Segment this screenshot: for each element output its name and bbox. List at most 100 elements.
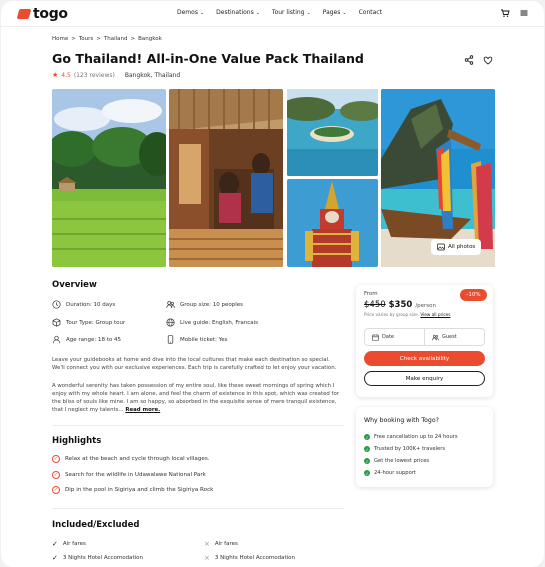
highlight-text: Search for the wildlife in Udawalawe Nat… <box>65 472 206 478</box>
excluded-text: Air fares <box>214 541 238 547</box>
highlight-item: ✓ Relax at the beach and cycle through lo… <box>52 455 210 463</box>
logo-icon <box>16 9 32 19</box>
rating-value: 4.5 <box>61 71 71 79</box>
check-icon: ✓ <box>52 554 58 562</box>
nav-label: Destinations <box>216 9 254 16</box>
section-divider <box>52 508 344 509</box>
why-booking-title: Why booking with Togo? <box>364 417 439 424</box>
chevron-down-icon: ⌄ <box>199 9 205 16</box>
included-text: 3 Nights Hotel Accomodation <box>62 555 144 561</box>
globe-icon <box>166 318 175 327</box>
star-icon: ★ <box>52 71 59 79</box>
breadcrumb-thailand[interactable]: Thailand <box>104 36 128 42</box>
review-count[interactable]: (123 reviews) <box>74 72 115 79</box>
guest-label: Guest <box>442 334 457 340</box>
feature-age-range: Age range: 18 to 45 <box>52 335 121 344</box>
highlight-item: ✓ Dip in the pool in Sigiriya and climb t… <box>52 486 213 494</box>
date-guest-picker: Date Guest <box>364 328 485 346</box>
excluded-item: × Air fares <box>204 540 238 548</box>
overview-heading: Overview <box>52 280 97 290</box>
why-item-text: 24-hour support <box>374 470 416 476</box>
brand-name: togo <box>33 6 68 22</box>
nav-contact[interactable]: Contact <box>359 9 382 16</box>
why-item-text: Get the lowest prices <box>374 458 430 464</box>
feature-label: Group size: 10 peoples <box>180 301 244 308</box>
top-navbar: togo Demos ⌄ Destinations ⌄ Tour listing ⌄ … <box>1 1 544 27</box>
nav-demos[interactable]: Demos ⌄ <box>177 9 204 16</box>
island-image <box>287 89 378 176</box>
feature-duration: Duration: 10 days <box>52 300 115 309</box>
excluded-text: 3 Nights Hotel Accomodation <box>214 555 296 561</box>
nav-tour-listing[interactable]: Tour listing ⌄ <box>272 9 311 16</box>
close-icon: × <box>204 554 210 562</box>
check-circle-icon: ✓ <box>364 470 370 476</box>
nav-pages[interactable]: Pages ⌄ <box>323 9 347 16</box>
users-icon <box>166 301 175 309</box>
view-all-prices-link[interactable]: View all prices <box>420 312 450 317</box>
breadcrumb-bangkok[interactable]: Bangkok <box>138 36 162 42</box>
breadcrumb-separator: > <box>130 36 136 42</box>
check-circle-icon: ✓ <box>364 434 370 440</box>
weavers-image <box>169 89 283 267</box>
date-field[interactable]: Date <box>365 329 424 345</box>
feature-label: Mobile ticket: Yes <box>180 336 228 343</box>
feature-label: Live guide: English, Francais <box>180 319 258 326</box>
close-icon: × <box>204 540 210 548</box>
gallery-photo-island[interactable] <box>287 89 378 176</box>
highlights-heading: Highlights <box>52 436 102 446</box>
heart-icon[interactable] <box>482 54 494 66</box>
highlight-item: ✓ Search for the wildlife in Udawalawe Na… <box>52 471 206 479</box>
guest-field[interactable]: Guest <box>424 329 484 345</box>
check-circle-icon: ✓ <box>52 486 60 494</box>
nav-destinations[interactable]: Destinations ⌄ <box>216 9 260 16</box>
excluded-item: × 3 Nights Hotel Accomodation <box>204 554 295 562</box>
guests-icon <box>432 334 439 340</box>
feature-group-size: Group size: 10 peoples <box>166 300 243 309</box>
make-enquiry-button[interactable]: Make enquiry <box>364 371 485 386</box>
gallery-photo-weavers[interactable] <box>169 89 283 267</box>
read-more-link[interactable]: Read more. <box>125 407 160 413</box>
nav-label: Tour listing <box>271 9 305 16</box>
highlight-text: Dip in the pool in Sigiriya and climb th… <box>65 487 214 493</box>
included-item: ✓ 3 Nights Hotel Accomodation <box>52 554 143 562</box>
chevron-down-icon: ⌄ <box>255 9 260 16</box>
price: $450 $350 /person <box>364 300 436 310</box>
tour-meta: ★ 4.5 (123 reviews) Bangkok, Thailand <box>52 71 180 79</box>
gallery-photo-rice-field[interactable] <box>52 89 166 267</box>
nav-label: Pages <box>322 9 341 16</box>
nav-label: Demos <box>177 9 198 16</box>
all-photos-button[interactable]: All photos <box>431 239 482 255</box>
cart-icon[interactable] <box>500 8 510 18</box>
why-item-text: Free cancellation up to 24 hours <box>374 434 458 440</box>
breadcrumb-home[interactable]: Home <box>52 36 68 42</box>
breadcrumb-separator: > <box>96 36 101 42</box>
gallery-photo-temple-guardian[interactable] <box>287 179 378 267</box>
check-circle-icon: ✓ <box>52 471 60 479</box>
calendar-icon <box>372 333 379 341</box>
why-item: ✓ Free cancellation up to 24 hours <box>364 434 458 440</box>
overview-paragraph-2: A wonderful serenity has taken possessio… <box>52 382 344 414</box>
paragraph-text: A wonderful serenity has taken possessio… <box>52 383 339 414</box>
check-availability-button[interactable]: Check availability <box>364 351 485 366</box>
price-note: Price varies by group size. View all pri… <box>364 312 450 317</box>
chevron-down-icon: ⌄ <box>342 9 347 16</box>
menu-icon[interactable] <box>519 8 529 18</box>
discount-badge: -10% <box>460 289 487 301</box>
feature-label: Duration: 10 days <box>66 301 116 308</box>
feature-label: Age range: 18 to 45 <box>66 336 121 343</box>
feature-tour-type: Tour Type: Group tour <box>52 318 125 327</box>
breadcrumb-tours[interactable]: Tours <box>79 36 93 42</box>
main-nav: Demos ⌄ Destinations ⌄ Tour listing ⌄ Pages… <box>177 9 382 16</box>
included-item: ✓ Air fares <box>52 540 86 548</box>
share-icon[interactable] <box>463 54 475 66</box>
current-price: $350 <box>388 300 413 310</box>
clock-icon <box>52 300 61 309</box>
rice-field-image <box>52 89 166 267</box>
why-item: ✓ Get the lowest prices <box>364 458 429 464</box>
nav-label: Contact <box>358 9 382 16</box>
image-icon <box>437 243 445 251</box>
date-label: Date <box>382 334 394 340</box>
togo-logo[interactable]: togo <box>16 6 68 22</box>
highlight-text: Relax at the beach and cycle through loc… <box>65 456 210 462</box>
feature-live-guide: Live guide: English, Francais <box>166 318 258 327</box>
